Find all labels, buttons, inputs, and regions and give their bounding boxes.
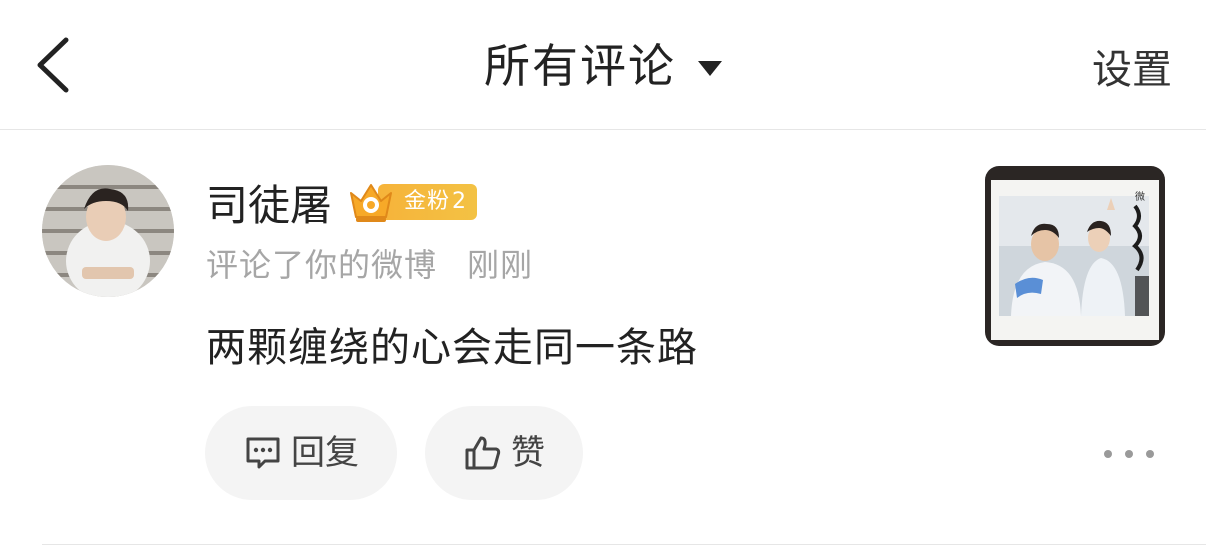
caret-down-icon <box>698 60 722 76</box>
fan-badge-label: 金粉 <box>404 189 451 214</box>
comment-time: 刚刚 <box>467 246 534 284</box>
top-bar: 所有评论 设置 <box>0 0 1206 130</box>
fan-badge[interactable]: 金粉 2 <box>346 180 478 224</box>
divider <box>42 544 1206 545</box>
comment-icon <box>246 437 280 469</box>
settings-button[interactable]: 设置 <box>1092 40 1172 100</box>
comment-text[interactable]: 两颗缠绕的心会走同一条路 <box>206 320 698 376</box>
more-dot <box>1125 450 1133 458</box>
fan-badge-level: 2 <box>452 189 468 214</box>
avatar-image <box>42 165 174 297</box>
thumbs-up-icon <box>465 436 501 470</box>
avatar[interactable] <box>42 165 174 297</box>
comment-filter-dropdown[interactable]: 所有评论 <box>0 36 1206 96</box>
weibo-thumbnail[interactable]: 微 <box>985 166 1165 346</box>
like-button[interactable]: 赞 <box>425 406 583 500</box>
reply-button[interactable]: 回复 <box>205 406 397 500</box>
more-options-button[interactable] <box>1104 436 1154 472</box>
more-dot <box>1104 450 1112 458</box>
page-title: 所有评论 <box>484 39 676 93</box>
username-row: 司徒屠 金粉 2 <box>206 172 478 233</box>
more-dot <box>1146 450 1154 458</box>
username[interactable]: 司徒屠 <box>206 172 332 233</box>
comment-action-text: 评论了你的微博 <box>206 246 438 284</box>
svg-text:微: 微 <box>1135 190 1145 203</box>
thumbnail-image: 微 <box>985 166 1165 346</box>
crown-icon <box>350 184 393 222</box>
comment-meta: 评论了你的微博 刚刚 <box>206 240 533 290</box>
notification-screen: 所有评论 设置 司徒屠 金粉 2 评论了你的微博 刚刚 两颗缠绕的心会走同一条路… <box>0 0 1206 550</box>
reply-label: 回复 <box>291 433 359 473</box>
like-label: 赞 <box>511 433 545 473</box>
